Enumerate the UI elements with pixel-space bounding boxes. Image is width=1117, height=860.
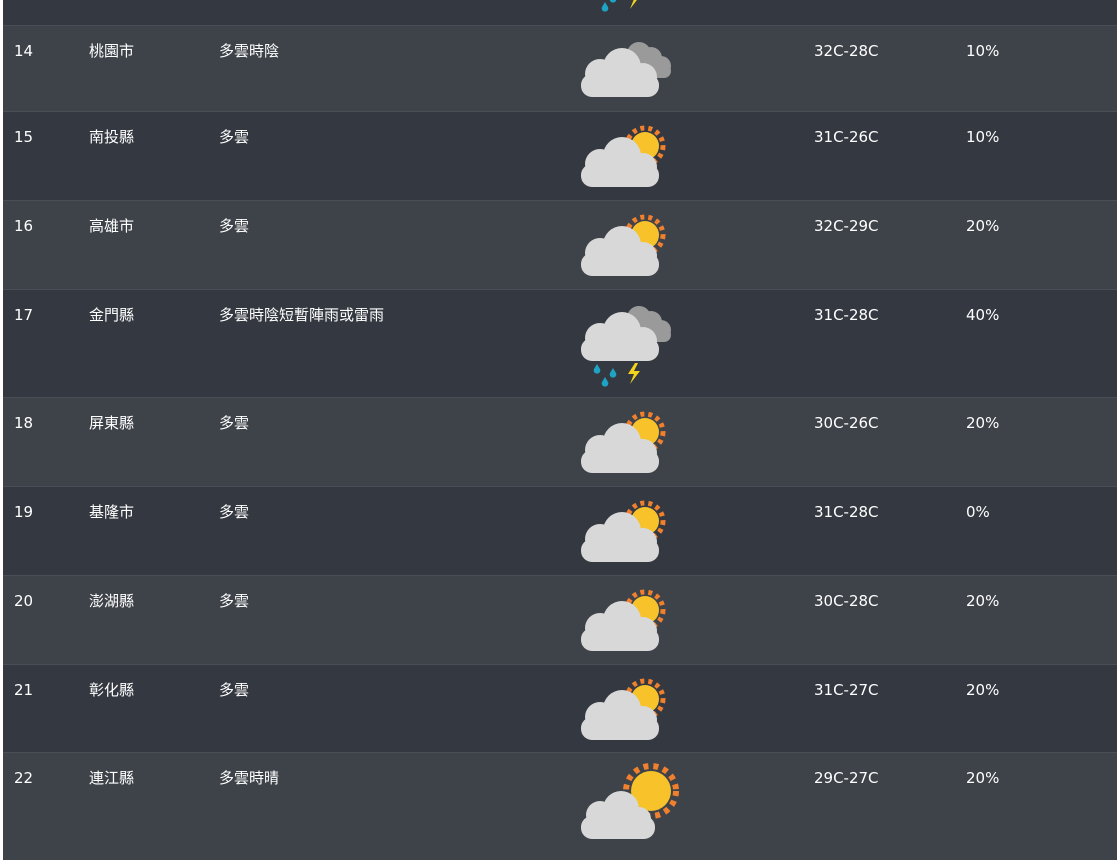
weather-description: 多雲 xyxy=(219,503,250,521)
table-row: 19 基隆市 多雲 31C-28C 0% xyxy=(3,486,1117,575)
weather-description: 多雲時陰短暫陣雨或雷雨 xyxy=(219,306,385,324)
temperature-range: 29C-27C xyxy=(814,769,879,787)
rain-probability: 40% xyxy=(966,306,1000,324)
rain-probability: 20% xyxy=(966,414,1000,432)
table-row xyxy=(3,0,1117,25)
row-index: 19 xyxy=(14,503,34,521)
table-row: 22 連江縣 多雲時晴 29C-27C 20% xyxy=(3,752,1117,860)
city-name: 南投縣 xyxy=(89,128,135,146)
storm-icon xyxy=(573,298,685,390)
city-name: 基隆市 xyxy=(89,503,135,521)
temperature-range: 32C-29C xyxy=(814,217,879,235)
weather-description: 多雲 xyxy=(219,128,250,146)
rain-probability: 20% xyxy=(966,217,1000,235)
row-index: 16 xyxy=(14,217,34,235)
rain-probability: 10% xyxy=(966,128,1000,146)
city-name: 屏東縣 xyxy=(89,414,135,432)
table-row: 21 彰化縣 多雲 31C-27C 20% xyxy=(3,664,1117,752)
weather-description: 多雲 xyxy=(219,592,250,610)
temperature-range: 31C-27C xyxy=(814,681,879,699)
partly-cloudy-icon xyxy=(573,495,685,587)
weather-description: 多雲 xyxy=(219,217,250,235)
weather-description: 多雲 xyxy=(219,681,250,699)
row-index: 22 xyxy=(14,769,34,787)
city-name: 高雄市 xyxy=(89,217,135,235)
rain-probability: 20% xyxy=(966,769,1000,787)
temperature-range: 31C-26C xyxy=(814,128,879,146)
table-row: 14 桃園市 多雲時陰 32C-28C 10% xyxy=(3,25,1117,111)
city-name: 澎湖縣 xyxy=(89,592,135,610)
partly-cloudy-icon xyxy=(573,584,685,676)
row-index: 18 xyxy=(14,414,34,432)
row-index: 14 xyxy=(14,42,34,60)
temperature-range: 30C-26C xyxy=(814,414,879,432)
storm-icon xyxy=(573,0,685,15)
temperature-range: 32C-28C xyxy=(814,42,879,60)
partly-cloudy-icon xyxy=(573,406,685,498)
table-row: 20 澎湖縣 多雲 30C-28C 20% xyxy=(3,575,1117,664)
city-name: 桃園市 xyxy=(89,42,135,60)
partly-cloudy-icon xyxy=(573,209,685,301)
table-row: 16 高雄市 多雲 32C-29C 20% xyxy=(3,200,1117,289)
temperature-range: 31C-28C xyxy=(814,306,879,324)
weather-table: 14 桃園市 多雲時陰 32C-28C 10% 15 南投縣 多雲 31C-26… xyxy=(3,0,1117,860)
mostly-sunny-icon xyxy=(573,761,685,853)
row-index: 17 xyxy=(14,306,34,324)
temperature-range: 31C-28C xyxy=(814,503,879,521)
weather-description: 多雲 xyxy=(219,414,250,432)
row-index: 21 xyxy=(14,681,34,699)
weather-description: 多雲時晴 xyxy=(219,769,280,787)
partly-cloudy-icon xyxy=(573,120,685,212)
table-row: 18 屏東縣 多雲 30C-26C 20% xyxy=(3,397,1117,486)
weather-description: 多雲時陰 xyxy=(219,42,280,60)
rain-probability: 0% xyxy=(966,503,990,521)
row-index: 20 xyxy=(14,592,34,610)
table-row: 15 南投縣 多雲 31C-26C 10% xyxy=(3,111,1117,200)
temperature-range: 30C-28C xyxy=(814,592,879,610)
rain-probability: 20% xyxy=(966,681,1000,699)
row-index: 15 xyxy=(14,128,34,146)
city-name: 彰化縣 xyxy=(89,681,135,699)
city-name: 金門縣 xyxy=(89,306,135,324)
table-row: 17 金門縣 多雲時陰短暫陣雨或雷雨 31C-28C 40% xyxy=(3,289,1117,397)
rain-probability: 10% xyxy=(966,42,1000,60)
rain-probability: 20% xyxy=(966,592,1000,610)
city-name: 連江縣 xyxy=(89,769,135,787)
